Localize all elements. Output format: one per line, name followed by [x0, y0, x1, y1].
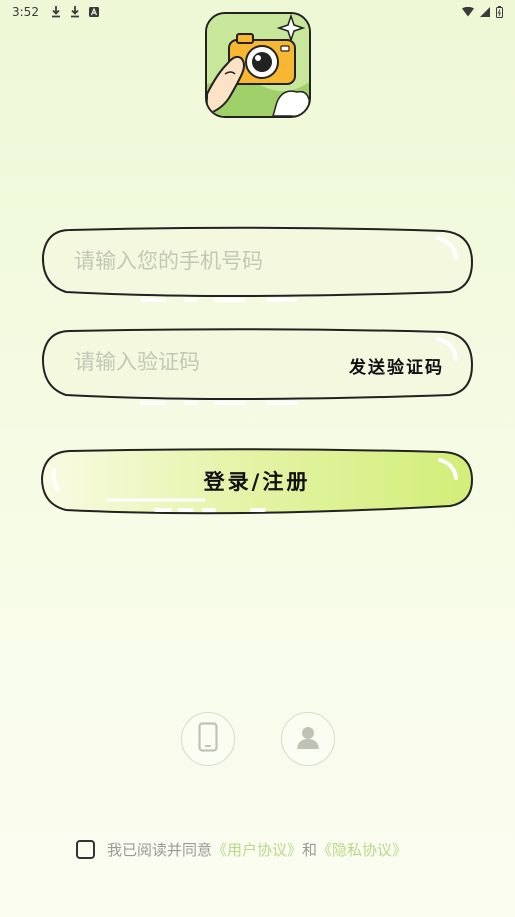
phone-icon	[198, 722, 218, 756]
status-notification-icons	[51, 6, 99, 18]
login-register-button[interactable]: 登录/注册	[40, 448, 474, 516]
wifi-icon	[462, 7, 474, 17]
phone-input[interactable]	[74, 244, 344, 278]
battery-icon	[496, 6, 503, 18]
status-right	[462, 6, 503, 18]
app-logo	[205, 12, 311, 118]
account-login-option[interactable]	[281, 712, 335, 766]
download-icon	[51, 6, 61, 18]
privacy-agreement-link[interactable]: 《隐私协议》	[317, 839, 407, 860]
font-icon	[88, 7, 99, 17]
agreement-checkbox[interactable]	[76, 839, 95, 859]
phone-field	[40, 226, 474, 302]
code-input[interactable]	[74, 345, 344, 379]
signal-icon	[480, 7, 490, 17]
phone-login-option[interactable]	[181, 712, 235, 766]
agreement-conjunction: 和	[302, 840, 318, 859]
camera-logo-icon	[207, 14, 309, 116]
send-code-button[interactable]: 发送验证码	[349, 353, 444, 378]
user-icon	[295, 724, 321, 754]
download-icon	[70, 6, 80, 18]
status-time: 3:52	[12, 5, 39, 19]
user-agreement-link[interactable]: 《用户协议》	[212, 839, 302, 860]
agreement-prefix: 我已阅读并同意	[107, 840, 213, 859]
login-button-label: 登录/注册	[203, 470, 311, 494]
agreement-row: 我已阅读并同意 《用户协议》 和 《隐私协议》	[76, 838, 407, 860]
status-left: 3:52	[12, 5, 99, 19]
code-field: 发送验证码	[40, 327, 474, 405]
